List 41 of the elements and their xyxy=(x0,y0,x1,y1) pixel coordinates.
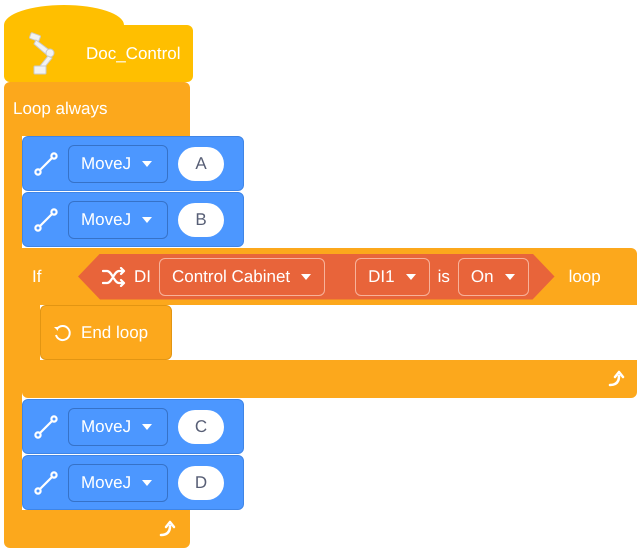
rotate-icon xyxy=(53,322,73,342)
line-segment-icon xyxy=(34,152,58,176)
if-block-header[interactable]: If DI Control Cabinet DI1 is On loop xyxy=(22,248,637,305)
caret-icon xyxy=(141,216,154,224)
caret-icon xyxy=(141,422,154,430)
condition-type-label: DI xyxy=(134,266,151,288)
caret-icon xyxy=(300,272,312,280)
state-dropdown[interactable]: On xyxy=(458,258,529,296)
port-dropdown[interactable]: DI1 xyxy=(355,258,430,296)
point-field[interactable]: A xyxy=(178,146,224,180)
point-field[interactable]: C xyxy=(178,410,224,444)
move-block[interactable]: MoveJ A xyxy=(22,136,244,191)
move-block[interactable]: MoveJ D xyxy=(22,455,244,510)
move-block[interactable]: MoveJ C xyxy=(22,399,244,454)
move-block[interactable]: MoveJ B xyxy=(22,192,244,247)
line-segment-icon xyxy=(34,208,58,232)
if-label: If xyxy=(32,266,42,288)
end-loop-block[interactable]: End loop xyxy=(40,305,172,360)
return-arrow-icon xyxy=(158,520,176,538)
caret-icon xyxy=(404,272,417,280)
point-field[interactable]: D xyxy=(178,466,224,500)
line-segment-icon xyxy=(34,414,58,438)
loop-label: loop xyxy=(568,266,601,288)
return-arrow-icon xyxy=(607,370,625,388)
digital-input-condition[interactable]: DI Control Cabinet DI1 is On xyxy=(78,254,555,300)
command-dropdown[interactable]: MoveJ xyxy=(68,200,168,238)
command-dropdown[interactable]: MoveJ xyxy=(68,144,168,182)
caret-icon xyxy=(141,478,154,486)
source-dropdown[interactable]: Control Cabinet xyxy=(159,258,326,296)
shuffle-icon xyxy=(102,266,126,286)
program-title: Doc_Control xyxy=(86,42,180,65)
end-loop-label: End loop xyxy=(81,322,148,344)
loop-always-label: Loop always xyxy=(13,98,108,120)
point-field[interactable]: B xyxy=(178,202,224,236)
caret-icon xyxy=(504,272,516,280)
loop-block-header[interactable]: Loop always xyxy=(4,82,190,136)
operator-label: is xyxy=(438,266,450,288)
caret-icon xyxy=(141,160,154,168)
command-dropdown[interactable]: MoveJ xyxy=(68,408,168,446)
line-segment-icon xyxy=(34,470,58,494)
command-dropdown[interactable]: MoveJ xyxy=(68,464,168,502)
